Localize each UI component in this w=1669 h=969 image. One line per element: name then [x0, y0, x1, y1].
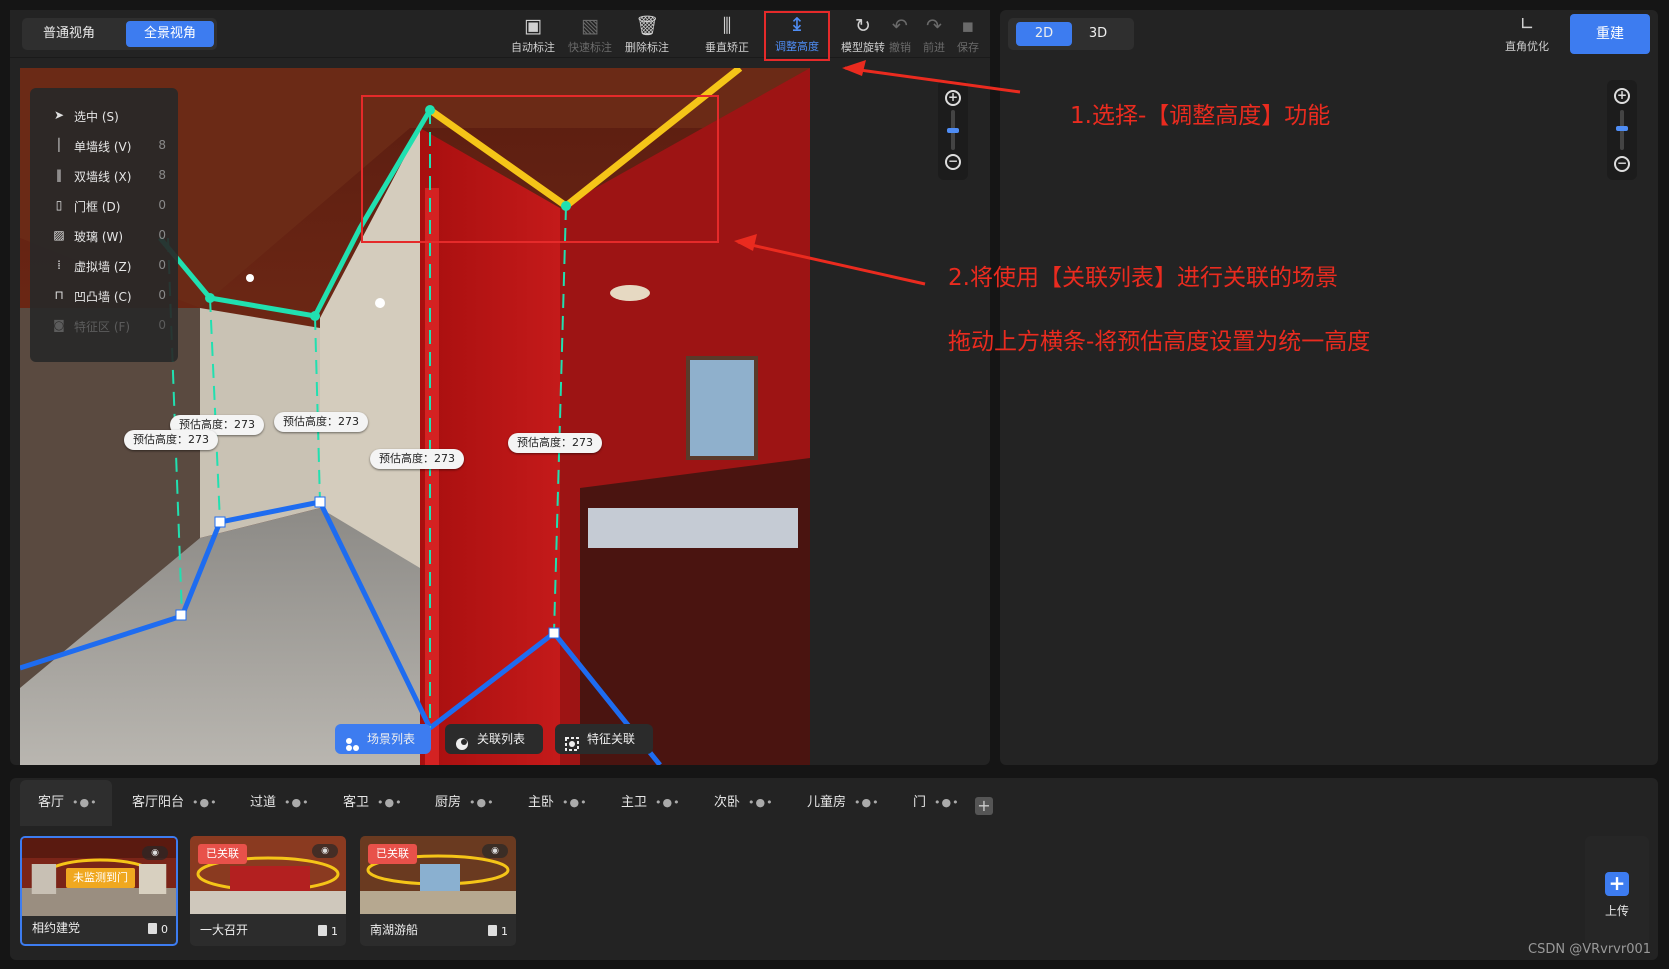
tab-hallway[interactable]: 过道 •●• — [232, 780, 310, 826]
more-icon[interactable]: •●• — [562, 796, 588, 809]
eye-icon[interactable]: ◉ — [482, 844, 508, 858]
annotation-step2: 2.将使用【关联列表】进行关联的场景 — [948, 265, 1338, 291]
tab-master-bath[interactable]: 主卫 •●• — [603, 780, 681, 826]
more-icon[interactable]: •●• — [748, 796, 774, 809]
more-icon[interactable]: •●• — [469, 796, 495, 809]
eye-icon[interactable]: ◉ — [142, 846, 168, 860]
tab-door[interactable]: 门 •●• — [895, 780, 960, 826]
tab-second-bedroom[interactable]: 次卧 •●• — [696, 780, 774, 826]
upload-button[interactable]: + 上传 — [1585, 836, 1649, 948]
scene-card[interactable]: ◉ 未监测到门 相约建党 0 — [20, 836, 178, 946]
tab-living-room[interactable]: 客厅 •●• — [20, 780, 112, 826]
more-icon[interactable]: •●• — [377, 796, 403, 809]
tab-master-bedroom[interactable]: 主卧 •●• — [510, 780, 588, 826]
linked-badge: 已关联 — [198, 844, 247, 864]
annotation-step3: 拖动上方横条-将预估高度设置为统一高度 — [948, 329, 1371, 355]
more-icon[interactable]: •●• — [192, 796, 218, 809]
annotation-step1: 1.选择-【调整高度】功能 — [1070, 103, 1331, 129]
door-icon — [318, 925, 327, 936]
eye-icon[interactable]: ◉ — [312, 844, 338, 858]
door-icon — [488, 925, 497, 936]
watermark: CSDN @VRvrvr001 — [1528, 942, 1652, 957]
door-count: 1 — [488, 925, 508, 938]
plus-icon: + — [1605, 872, 1629, 896]
tab-living-balcony[interactable]: 客厅阳台 •●• — [114, 780, 218, 826]
more-icon[interactable]: •●• — [655, 796, 681, 809]
door-count: 1 — [318, 925, 338, 938]
tab-kitchen[interactable]: 厨房 •●• — [417, 780, 495, 826]
door-count: 0 — [148, 923, 168, 936]
linked-badge: 已关联 — [368, 844, 417, 864]
room-tabs: 客厅 •●• 客厅阳台 •●• 过道 •●• 客卫 •●• 厨房 •●• 主卧 •●• 主卫… — [10, 780, 1658, 826]
more-icon[interactable]: •●• — [284, 796, 310, 809]
tab-guest-bath[interactable]: 客卫 •●• — [325, 780, 403, 826]
more-icon[interactable]: •●• — [854, 796, 880, 809]
scene-card[interactable]: ◉ 已关联 一大召开 1 — [190, 836, 346, 946]
more-icon[interactable]: •●• — [72, 796, 98, 809]
door-icon — [148, 923, 157, 934]
door-not-detected-badge: 未监测到门 — [66, 868, 135, 888]
scene-card[interactable]: ◉ 已关联 南湖游船 1 — [360, 836, 516, 946]
more-icon[interactable]: •●• — [934, 796, 960, 809]
tab-kids-room[interactable]: 儿童房 •●• — [789, 780, 880, 826]
add-tab-icon[interactable]: + — [975, 797, 993, 815]
